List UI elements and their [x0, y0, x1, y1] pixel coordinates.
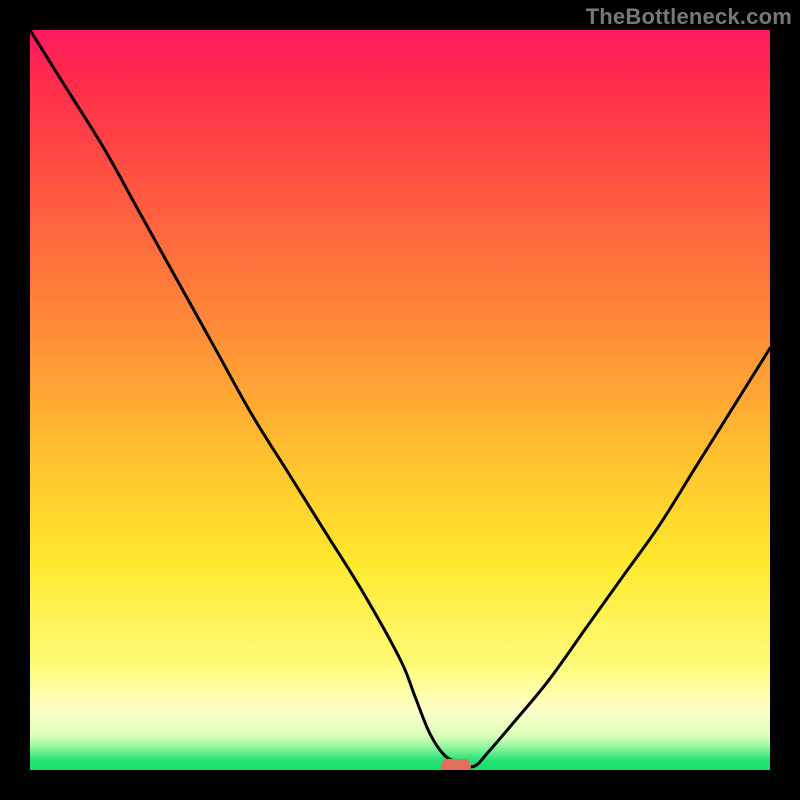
- attribution-text: TheBottleneck.com: [586, 4, 792, 30]
- bottleneck-curve: [30, 30, 770, 770]
- optimal-point-marker: [441, 759, 471, 770]
- plot-area: [30, 30, 770, 770]
- chart-frame: TheBottleneck.com: [0, 0, 800, 800]
